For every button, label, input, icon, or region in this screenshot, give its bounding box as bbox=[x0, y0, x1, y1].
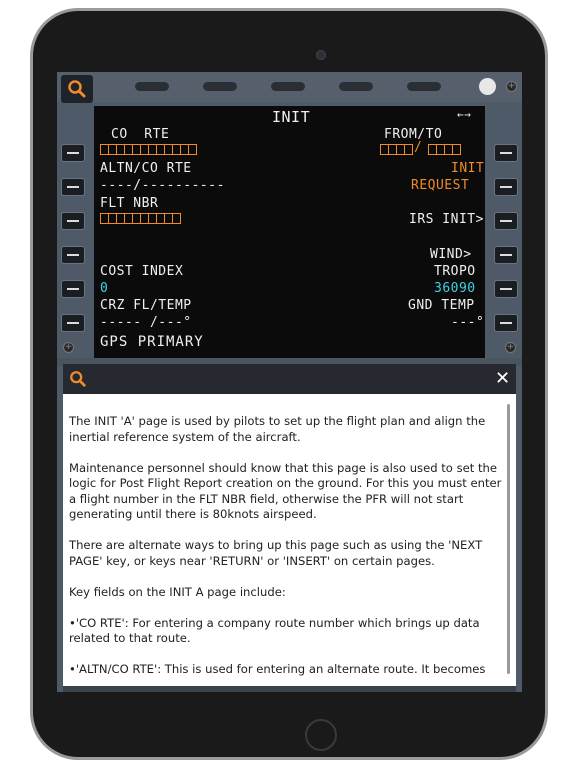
lsk-5l[interactable] bbox=[61, 280, 85, 298]
help-paragraph: Key fields on the INIT A page include: bbox=[69, 584, 286, 599]
gnd-temp-value[interactable]: ---° bbox=[451, 315, 484, 330]
init-request-line2[interactable]: REQUEST bbox=[411, 178, 469, 193]
page-title: INIT bbox=[272, 108, 311, 126]
app-screen: + + + INIT ←→ CO RTE FROM/TO / ALTN/CO R… bbox=[57, 72, 522, 692]
flt-nbr-field[interactable] bbox=[100, 213, 181, 224]
help-paragraph: Maintenance personnel should know that t… bbox=[69, 460, 502, 522]
cost-index-value[interactable]: 0 bbox=[100, 281, 108, 296]
search-icon bbox=[68, 80, 86, 98]
help-paragraph: There are alternate ways to bring up thi… bbox=[69, 538, 483, 568]
lsk-1r[interactable] bbox=[494, 144, 518, 162]
top-key-4[interactable] bbox=[339, 82, 373, 91]
help-paragraph: The INIT 'A' page is used by pilots to s… bbox=[69, 414, 486, 444]
cdu-display: INIT ←→ CO RTE FROM/TO / ALTN/CO RTE ---… bbox=[94, 106, 485, 358]
cost-index-label: COST INDEX bbox=[100, 264, 184, 279]
lsk-6l[interactable] bbox=[61, 314, 85, 332]
from-to-separator: / bbox=[414, 140, 423, 155]
altn-co-rte-value[interactable]: ----/---------- bbox=[100, 178, 225, 193]
crz-fl-temp-value[interactable]: ----- /---° bbox=[100, 315, 192, 330]
lsk-1l[interactable] bbox=[61, 144, 85, 162]
camera bbox=[316, 50, 326, 60]
lsk-6r[interactable] bbox=[494, 314, 518, 332]
from-field[interactable] bbox=[380, 144, 413, 155]
help-paragraph: •'ALTN/CO RTE': This is used for enterin… bbox=[69, 662, 486, 676]
wind-link[interactable]: WIND> bbox=[430, 247, 472, 262]
search-icon[interactable] bbox=[69, 370, 87, 388]
brightness-knob[interactable] bbox=[479, 78, 496, 95]
close-icon[interactable]: ✕ bbox=[489, 364, 516, 394]
flt-nbr-label: FLT NBR bbox=[100, 196, 159, 211]
gnd-temp-label: GND TEMP bbox=[408, 298, 475, 313]
help-content[interactable]: The INIT 'A' page is used by pilots to s… bbox=[63, 394, 516, 686]
help-paragraph: •'CO RTE': For entering a company route … bbox=[69, 615, 480, 646]
lsk-2r[interactable] bbox=[494, 178, 518, 196]
top-key-1[interactable] bbox=[135, 82, 169, 91]
search-button[interactable] bbox=[61, 75, 93, 103]
to-field[interactable] bbox=[428, 144, 461, 155]
screw-icon: + bbox=[505, 342, 516, 353]
top-key-3[interactable] bbox=[271, 82, 305, 91]
altn-co-rte-label: ALTN/CO RTE bbox=[100, 161, 192, 176]
lsk-4r[interactable] bbox=[494, 246, 518, 264]
top-key-5[interactable] bbox=[407, 82, 441, 91]
tropo-label: TROPO bbox=[434, 264, 476, 279]
scrollbar[interactable] bbox=[507, 404, 510, 674]
screw-icon: + bbox=[506, 81, 517, 92]
lsk-2l[interactable] bbox=[61, 178, 85, 196]
page-arrows-icon: ←→ bbox=[457, 108, 472, 121]
lsk-5r[interactable] bbox=[494, 280, 518, 298]
lsk-3r[interactable] bbox=[494, 212, 518, 230]
lsk-4l[interactable] bbox=[61, 246, 85, 264]
bottom-keypad-strip bbox=[63, 686, 516, 692]
top-bar: + bbox=[57, 72, 522, 103]
scratchpad: GPS PRIMARY bbox=[100, 334, 204, 350]
irs-init-link[interactable]: IRS INIT> bbox=[409, 212, 484, 227]
init-request-line1[interactable]: INIT bbox=[451, 161, 484, 176]
tropo-value[interactable]: 36090 bbox=[434, 281, 476, 296]
crz-fl-temp-label: CRZ FL/TEMP bbox=[100, 298, 192, 313]
screw-icon: + bbox=[63, 342, 74, 353]
home-button[interactable] bbox=[305, 719, 337, 751]
top-key-2[interactable] bbox=[203, 82, 237, 91]
help-text: The INIT 'A' page is used by pilots to s… bbox=[69, 414, 503, 686]
co-rte-field[interactable] bbox=[100, 144, 197, 155]
lsk-3l[interactable] bbox=[61, 212, 85, 230]
help-header: ✕ bbox=[63, 364, 516, 394]
co-rte-label: CO RTE bbox=[111, 127, 170, 142]
